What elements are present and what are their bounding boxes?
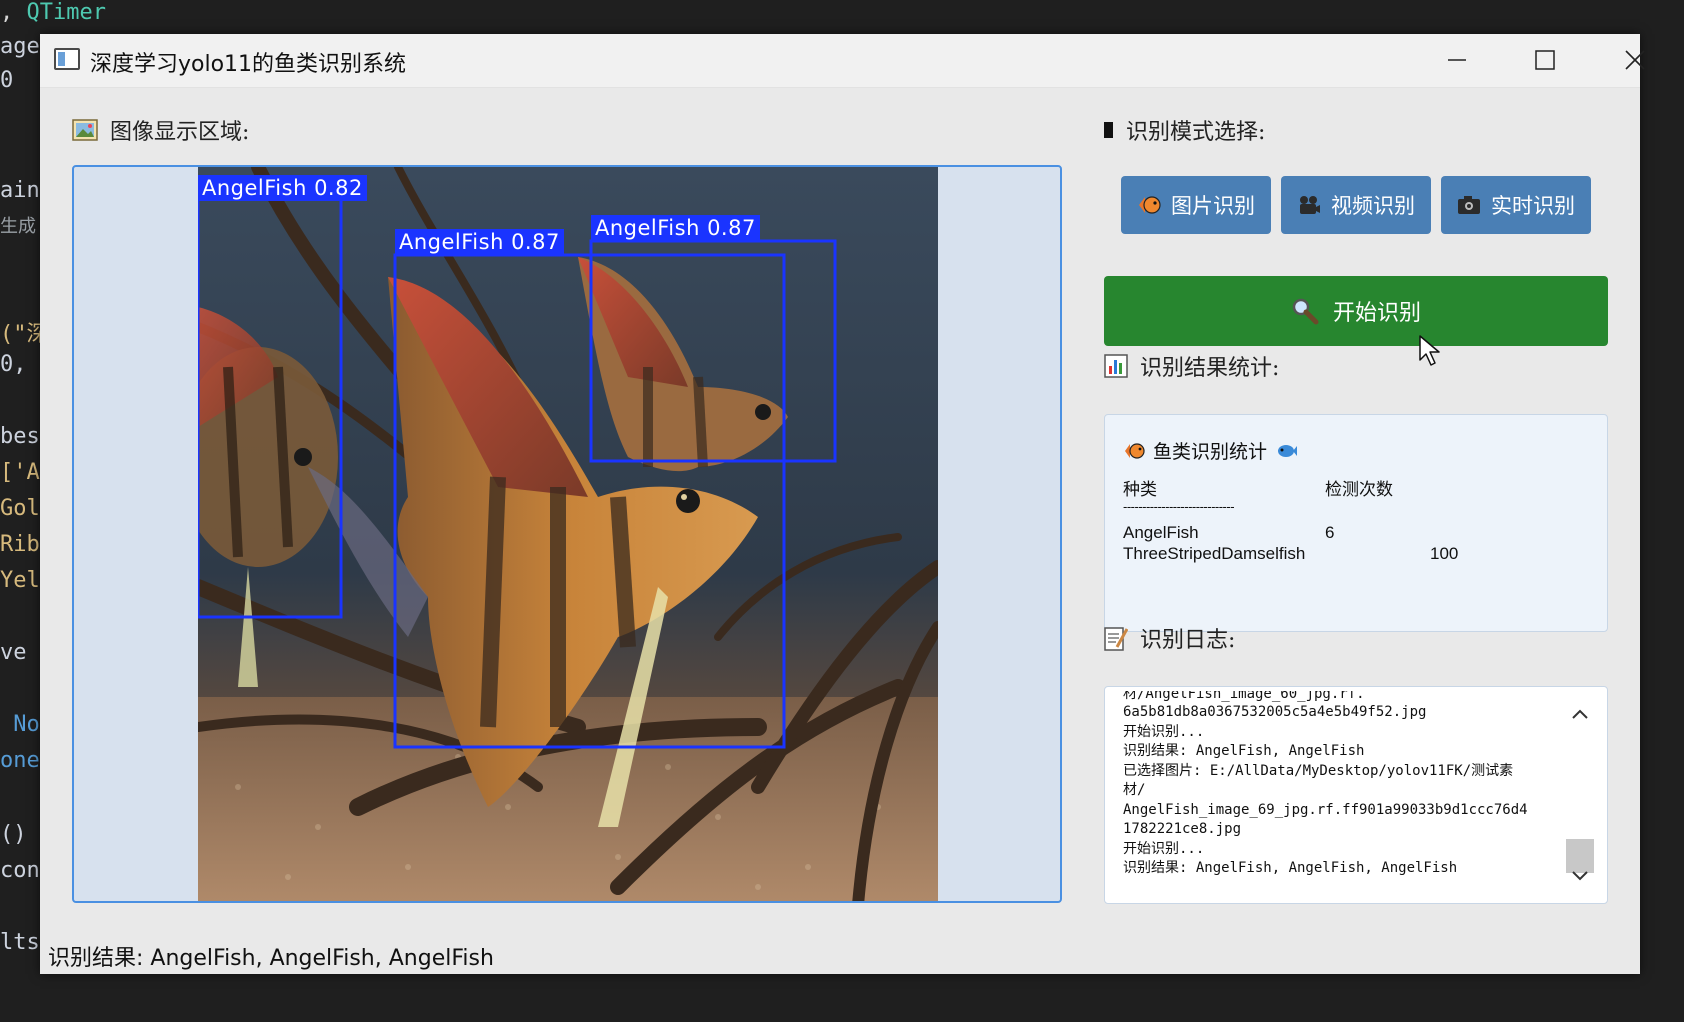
stats-title-text: 鱼类识别统计 bbox=[1153, 441, 1268, 463]
status-result-text: 识别结果: AngelFish, AngelFish, AngelFish bbox=[48, 946, 494, 971]
video-recognition-button[interactable]: 视频识别 bbox=[1281, 176, 1431, 234]
log-line: 已选择图片: E:/AllData/MyDesktop/yolov11FK/测试… bbox=[1123, 762, 1514, 779]
stats-row-species: AngelFish bbox=[1123, 523, 1199, 542]
log-line: 识别结果: AngelFish, AngelFish bbox=[1123, 743, 1365, 759]
stats-row-count: 100 bbox=[1430, 544, 1459, 563]
code-fragment: ain bbox=[0, 178, 40, 203]
realtime-recognition-button[interactable]: 实时识别 bbox=[1441, 176, 1591, 234]
log-line: AngelFish_image_69_jpg.rf.ff901a99033b9d… bbox=[1123, 801, 1528, 818]
fish-photo bbox=[198, 167, 938, 901]
stats-row-count: 6 bbox=[1325, 523, 1335, 542]
realtime-recognition-label: 实时识别 bbox=[1491, 194, 1575, 218]
close-button[interactable] bbox=[1600, 40, 1670, 80]
code-fragment: ['A bbox=[0, 460, 40, 485]
maximize-button[interactable] bbox=[1510, 40, 1580, 80]
app-window: 深度学习yolo11的鱼类识别系统 图像显示区域: AngelFish 0.82… bbox=[40, 34, 1645, 974]
code-fragment: Gol bbox=[0, 496, 40, 521]
bar-chart-icon bbox=[1104, 354, 1128, 378]
log-line: 材/AngelFish_image_60_jpg.rf. bbox=[1123, 691, 1365, 702]
picture-icon bbox=[72, 119, 98, 141]
log-lines: 材/AngelFish_image_60_jpg.rf. 6a5b81db8a0… bbox=[1123, 691, 1563, 879]
code-fragment: 生成 bbox=[0, 216, 36, 237]
code-fragment: lts bbox=[0, 930, 40, 955]
detection-label: AngelFish 0.82 bbox=[198, 175, 367, 201]
close-icon bbox=[1625, 50, 1645, 70]
detection-label: AngelFish 0.87 bbox=[591, 215, 760, 241]
code-fragment: Yel bbox=[0, 568, 40, 593]
square-bullet-icon bbox=[1104, 122, 1113, 138]
code-fragment: 0 bbox=[0, 68, 14, 93]
stats-panel-label: 识别结果统计: bbox=[1104, 350, 1279, 382]
mode-panel-label-text: 识别模式选择: bbox=[1126, 120, 1266, 145]
image-panel-label-text: 图像显示区域: bbox=[110, 120, 250, 145]
video-recognition-label: 视频识别 bbox=[1331, 194, 1415, 218]
log-panel-label: 识别日志: bbox=[1104, 622, 1235, 654]
log-panel-label-text: 识别日志: bbox=[1140, 628, 1236, 653]
code-fragment: age bbox=[0, 34, 40, 59]
code-fragment: () bbox=[0, 822, 27, 847]
minimize-button[interactable] bbox=[1422, 40, 1492, 80]
code-fragment: one bbox=[0, 748, 40, 773]
scroll-down-button[interactable] bbox=[1565, 861, 1595, 891]
fish-icon bbox=[1123, 441, 1145, 461]
detection-label: AngelFish 0.87 bbox=[395, 229, 564, 255]
start-recognition-label: 开始识别 bbox=[1332, 301, 1421, 326]
start-recognition-button[interactable]: 开始识别 bbox=[1104, 276, 1608, 346]
image-recognition-button[interactable]: 图片识别 bbox=[1121, 176, 1271, 234]
code-fragment: No bbox=[0, 712, 40, 737]
maximize-icon bbox=[1535, 50, 1555, 70]
code-fragment: ve bbox=[0, 640, 27, 665]
stats-row-species: ThreeStripedDamselfish bbox=[1123, 544, 1306, 563]
mode-panel-label: 识别模式选择: bbox=[1104, 114, 1265, 146]
stats-box: 鱼类识别统计 种类 检测次数 -------------------------… bbox=[1104, 414, 1608, 632]
stats-title: 鱼类识别统计 bbox=[1123, 437, 1298, 464]
fish-icon bbox=[1137, 194, 1161, 216]
app-icon bbox=[54, 48, 80, 70]
code-line-top: , QTimer bbox=[0, 0, 106, 25]
log-line: 1782221ce8.jpg bbox=[1123, 821, 1242, 837]
stats-col-species: 种类 bbox=[1123, 480, 1157, 499]
log-line: 识别结果: AngelFish, AngelFish, AngelFish bbox=[1123, 860, 1458, 876]
chevron-down-icon bbox=[1572, 871, 1588, 881]
code-fragment: con bbox=[0, 858, 40, 883]
mouse-cursor-icon bbox=[1419, 335, 1440, 366]
title-bar[interactable]: 深度学习yolo11的鱼类识别系统 bbox=[40, 34, 1645, 88]
minimize-icon bbox=[1448, 59, 1466, 61]
camera-icon bbox=[1457, 195, 1481, 215]
code-fragment: Rib bbox=[0, 532, 40, 557]
notepad-icon bbox=[1104, 627, 1128, 651]
log-scrollbar[interactable] bbox=[1565, 699, 1595, 891]
magnifier-icon bbox=[1291, 297, 1319, 325]
log-line: 6a5b81db8a0367532005c5a4e5b49f52.jpg bbox=[1123, 704, 1427, 720]
log-line: 材/ bbox=[1123, 782, 1146, 798]
window-title: 深度学习yolo11的鱼类识别系统 bbox=[90, 52, 407, 77]
log-line: 开始识别... bbox=[1123, 723, 1205, 740]
video-camera-icon bbox=[1297, 194, 1321, 216]
image-display-area: AngelFish 0.82 AngelFish 0.87 AngelFish … bbox=[72, 165, 1062, 903]
chevron-up-icon bbox=[1572, 709, 1588, 719]
code-fragment: 0, bbox=[0, 352, 27, 377]
stats-col-count: 检测次数 bbox=[1325, 480, 1393, 499]
image-panel-label: 图像显示区域: bbox=[72, 114, 249, 146]
stats-separator: ----------------------------- bbox=[1123, 499, 1235, 514]
scroll-up-button[interactable] bbox=[1565, 699, 1595, 729]
log-textarea[interactable]: 材/AngelFish_image_60_jpg.rf. 6a5b81db8a0… bbox=[1104, 686, 1608, 904]
stats-panel-label-text: 识别结果统计: bbox=[1140, 356, 1280, 381]
blue-fish-icon bbox=[1275, 442, 1298, 460]
log-line: 开始识别... bbox=[1123, 840, 1205, 857]
image-recognition-label: 图片识别 bbox=[1171, 194, 1255, 218]
code-fragment: bes bbox=[0, 424, 40, 449]
